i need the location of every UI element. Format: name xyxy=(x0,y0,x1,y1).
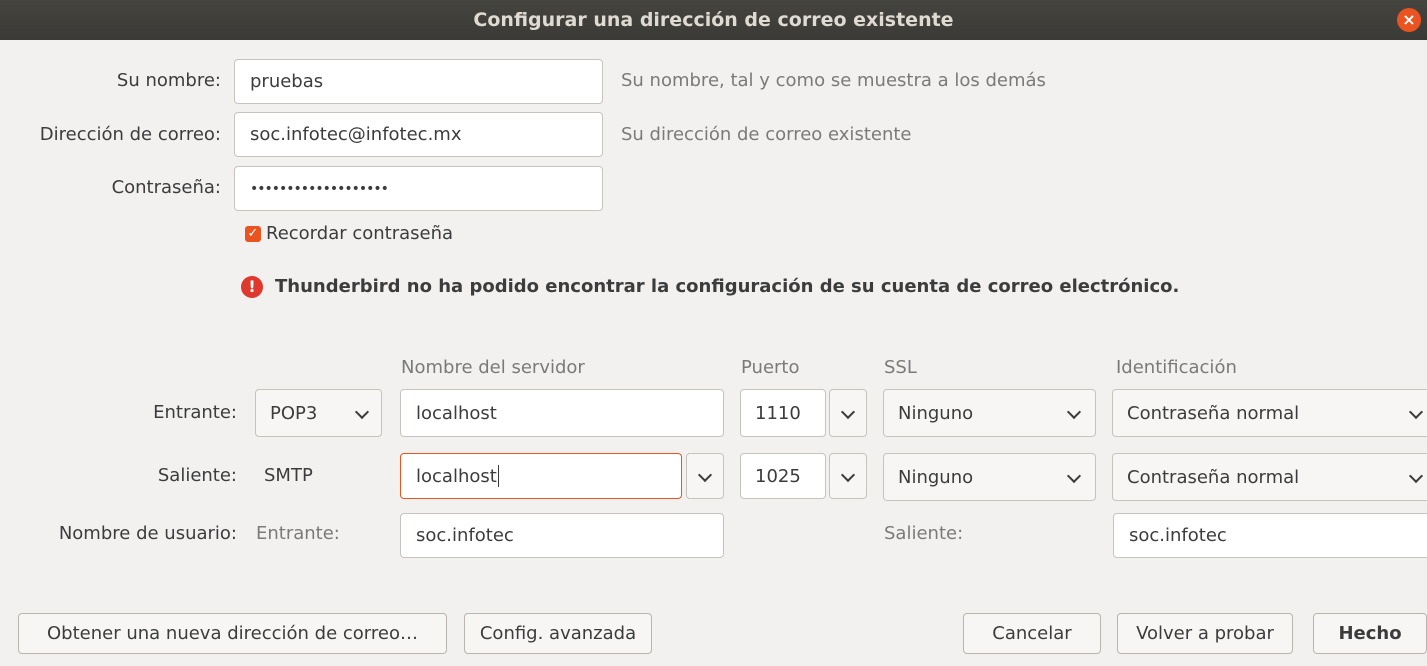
chevron-down-icon xyxy=(697,467,713,483)
port-header: Puerto xyxy=(741,357,800,378)
close-icon[interactable]: × xyxy=(1397,8,1421,32)
incoming-ssl-value: Ninguno xyxy=(898,402,974,424)
remember-password-checkbox[interactable]: ✓ xyxy=(245,226,261,242)
password-input-value: ••••••••••••••••••• xyxy=(250,180,389,197)
outgoing-ssl-select[interactable]: Ninguno xyxy=(883,453,1096,501)
outgoing-hostname-input[interactable]: localhost xyxy=(400,453,682,499)
password-label: Contraseña: xyxy=(111,177,221,198)
username-incoming-label: Entrante: xyxy=(256,523,340,544)
name-input-value: pruebas xyxy=(250,71,324,92)
ssl-header: SSL xyxy=(884,357,917,378)
email-hint: Su dirección de correo existente xyxy=(621,124,912,145)
retest-button[interactable]: Volver a probar xyxy=(1117,613,1293,654)
incoming-ssl-select[interactable]: Ninguno xyxy=(883,389,1096,437)
advanced-config-button[interactable]: Config. avanzada xyxy=(464,613,652,654)
outgoing-hostname-value: localhost xyxy=(416,465,497,487)
incoming-auth-select[interactable]: Contraseña normal xyxy=(1112,389,1427,437)
outgoing-auth-select[interactable]: Contraseña normal xyxy=(1112,453,1427,501)
title-bar: Configurar una dirección de correo exist… xyxy=(0,0,1427,40)
chevron-down-icon xyxy=(840,404,856,420)
outgoing-hostname-dropdown-button[interactable] xyxy=(686,453,724,499)
email-input[interactable]: soc.infotec@infotec.mx xyxy=(234,112,603,157)
outgoing-auth-value: Contraseña normal xyxy=(1127,466,1300,488)
outgoing-port-input[interactable]: 1025 xyxy=(740,453,826,499)
username-incoming-value: soc.infotec xyxy=(416,525,514,546)
password-input[interactable]: ••••••••••••••••••• xyxy=(234,166,603,211)
outgoing-port-dropdown-button[interactable] xyxy=(829,453,867,499)
incoming-auth-value: Contraseña normal xyxy=(1127,402,1300,424)
chevron-down-icon xyxy=(354,404,370,420)
incoming-port-dropdown-button[interactable] xyxy=(829,389,867,437)
window-title: Configurar una dirección de correo exist… xyxy=(473,9,954,31)
incoming-hostname-value: localhost xyxy=(416,402,497,424)
error-message: Thunderbird no ha podido encontrar la co… xyxy=(275,276,1180,297)
cancel-button[interactable]: Cancelar xyxy=(963,613,1101,654)
chevron-down-icon xyxy=(840,467,856,483)
chevron-down-icon xyxy=(1066,404,1082,420)
remember-password-label[interactable]: Recordar contraseña xyxy=(266,223,453,244)
name-label: Su nombre: xyxy=(116,70,221,91)
email-label: Dirección de correo: xyxy=(39,124,221,145)
incoming-port-input[interactable]: 1110 xyxy=(740,389,826,437)
error-icon: ! xyxy=(241,276,263,298)
outgoing-ssl-value: Ninguno xyxy=(898,466,974,488)
username-label: Nombre de usuario: xyxy=(58,523,237,544)
incoming-label: Entrante: xyxy=(153,402,237,423)
chevron-down-icon xyxy=(1408,468,1424,484)
username-outgoing-input[interactable]: soc.infotec xyxy=(1113,513,1427,558)
username-incoming-input[interactable]: soc.infotec xyxy=(400,513,724,558)
get-new-address-button[interactable]: Obtener una nueva dirección de correo… xyxy=(18,613,447,654)
chevron-down-icon xyxy=(1408,404,1424,420)
outgoing-label: Saliente: xyxy=(157,465,237,486)
incoming-port-value: 1110 xyxy=(755,402,801,424)
username-outgoing-label: Saliente: xyxy=(884,523,964,544)
auth-header: Identificación xyxy=(1116,357,1237,378)
chevron-down-icon xyxy=(1066,468,1082,484)
name-input[interactable]: pruebas xyxy=(234,59,603,104)
email-input-value: soc.infotec@infotec.mx xyxy=(250,124,462,145)
outgoing-port-value: 1025 xyxy=(755,465,801,487)
server-name-header: Nombre del servidor xyxy=(401,357,585,378)
username-outgoing-value: soc.infotec xyxy=(1129,525,1227,546)
name-hint: Su nombre, tal y como se muestra a los d… xyxy=(621,70,1046,91)
incoming-protocol-value: POP3 xyxy=(270,402,318,424)
text-caret xyxy=(497,465,499,487)
incoming-hostname-input[interactable]: localhost xyxy=(400,389,724,437)
done-button[interactable]: Hecho xyxy=(1313,613,1427,654)
incoming-protocol-select[interactable]: POP3 xyxy=(255,389,382,437)
outgoing-protocol: SMTP xyxy=(264,465,313,486)
